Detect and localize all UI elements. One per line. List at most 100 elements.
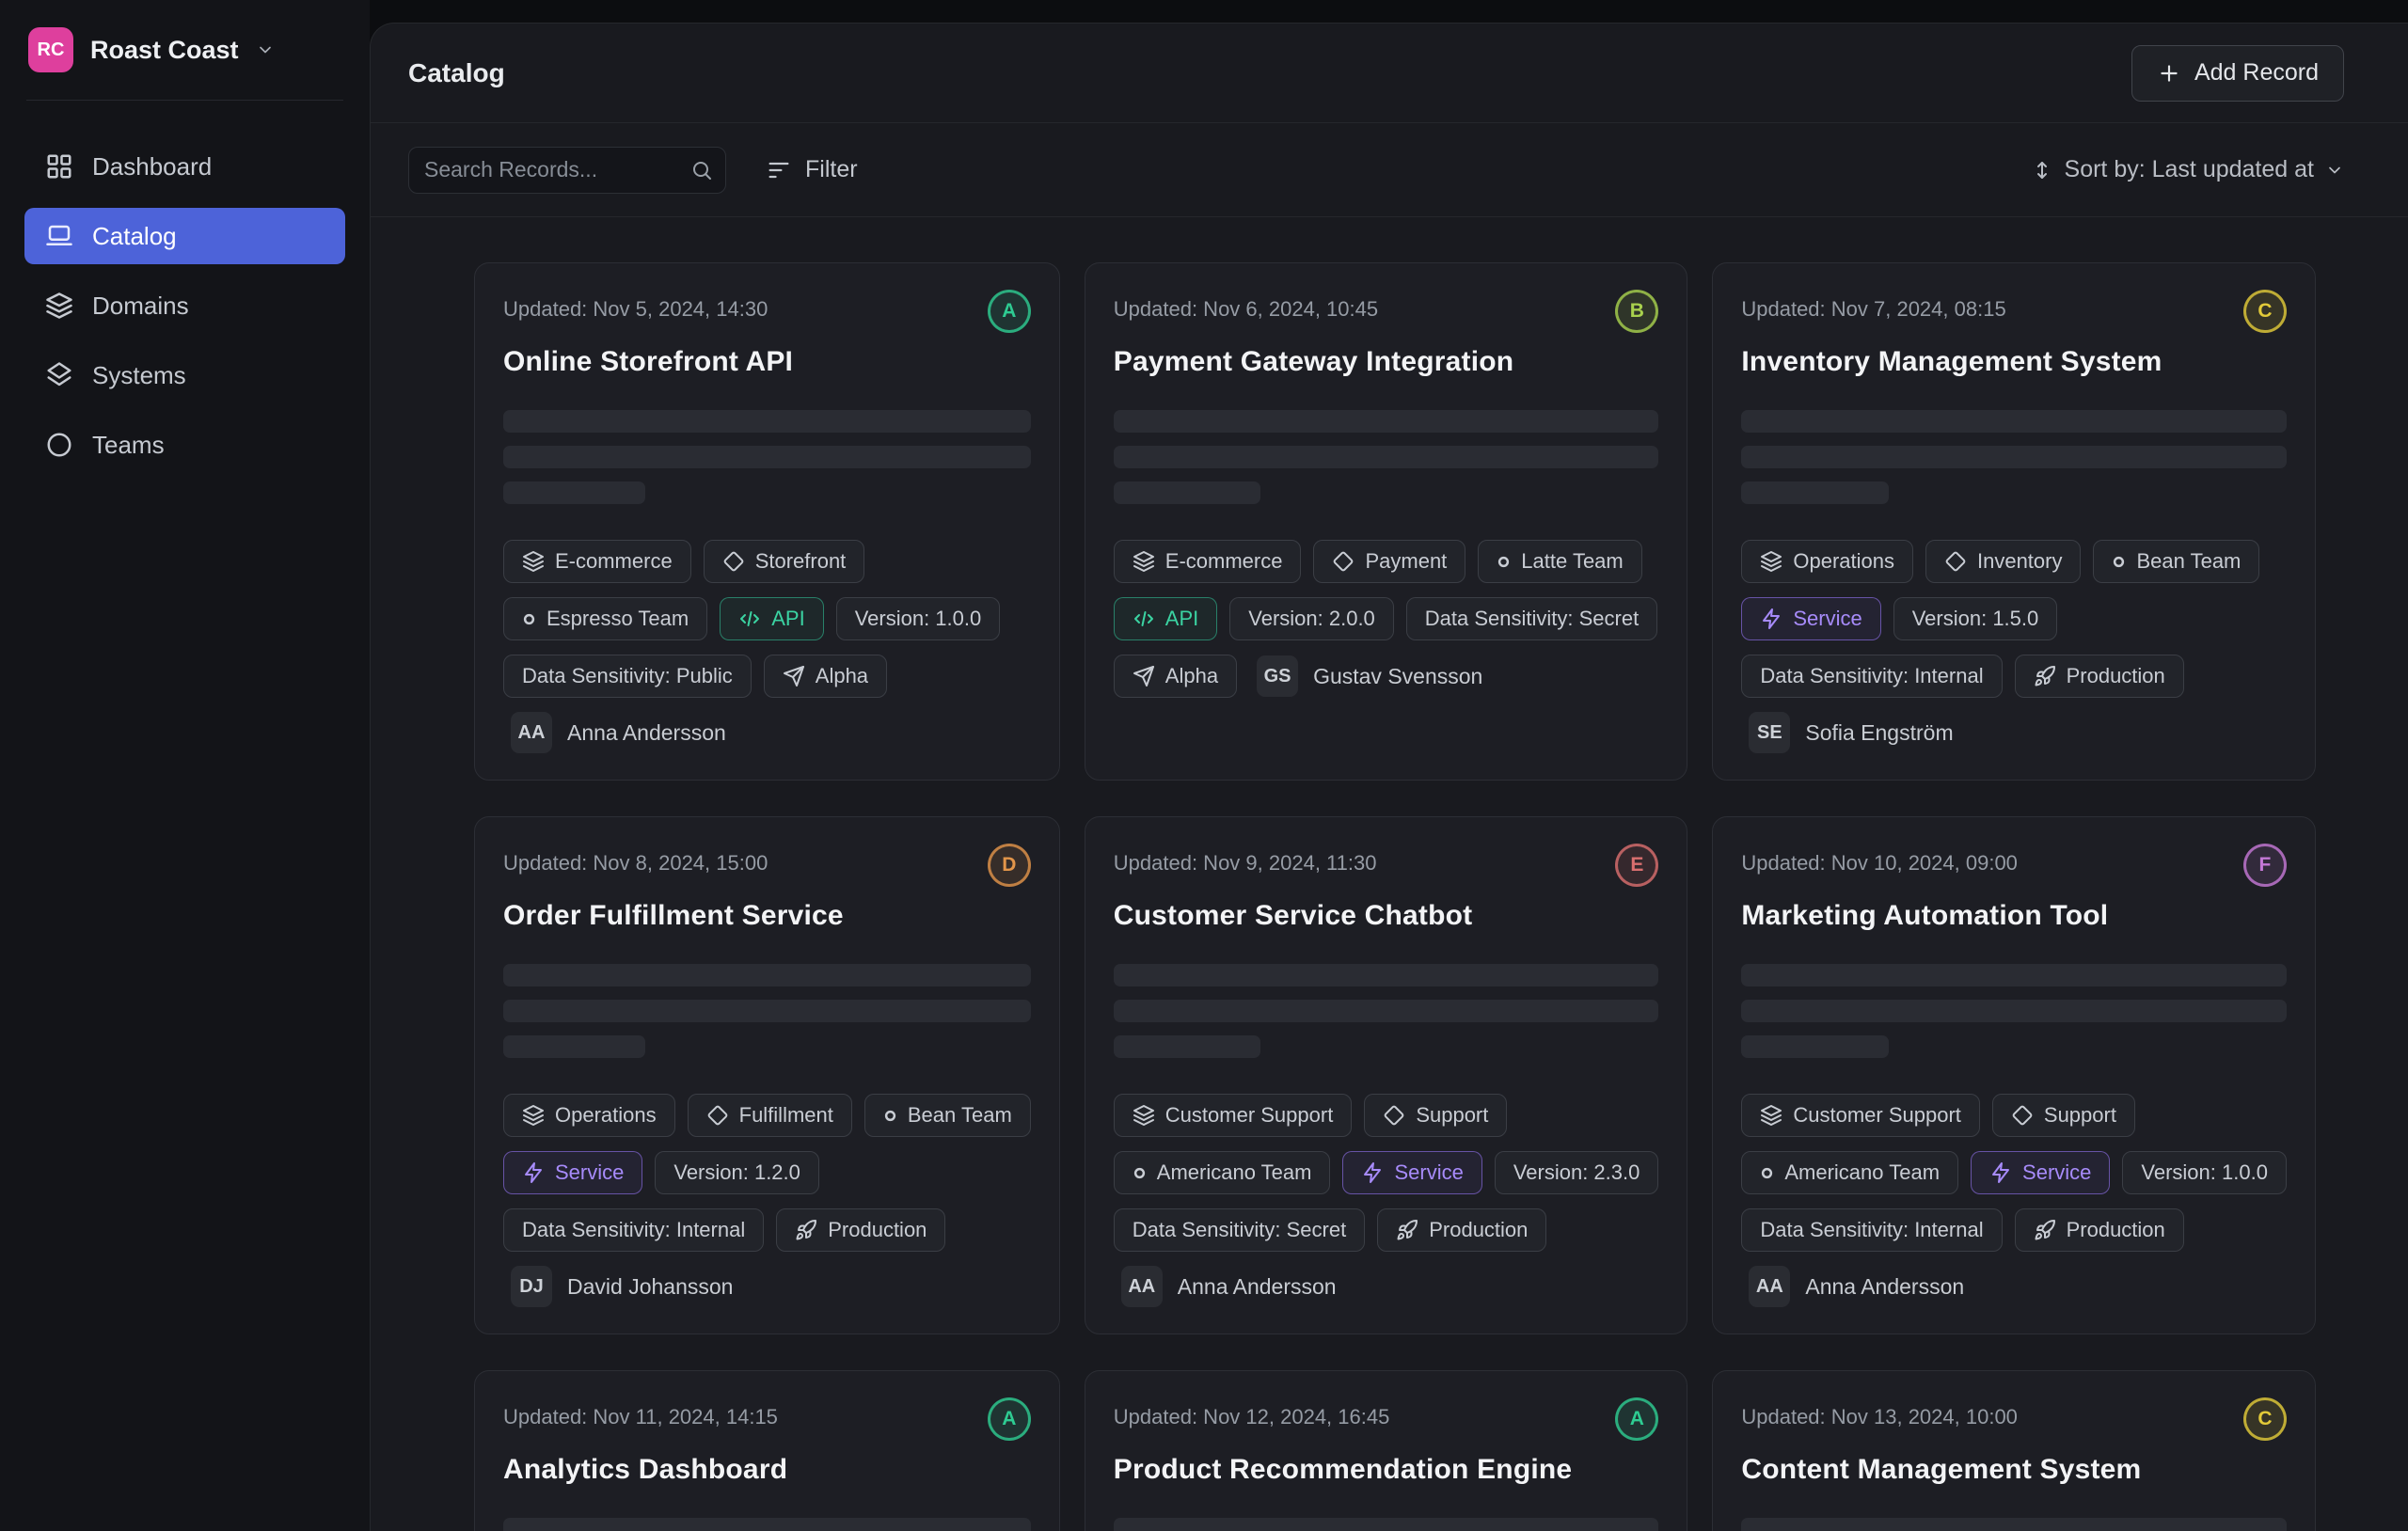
tag-chip-production[interactable]: Production — [2015, 655, 2184, 698]
tag-chip-inventory[interactable]: Inventory — [1925, 540, 2082, 583]
tag-chip-operations[interactable]: Operations — [503, 1094, 675, 1137]
record-card-analytics-dashboard[interactable]: Updated: Nov 11, 2024, 14:15 A Analytics… — [474, 1370, 1060, 1531]
workspace-switcher[interactable]: RC Roast Coast — [0, 0, 370, 100]
tag-chip-service[interactable]: Service — [1741, 597, 1880, 640]
sidebar-item-teams[interactable]: Teams — [24, 417, 345, 473]
skeleton-bar — [503, 410, 1031, 433]
grid-icon — [45, 152, 73, 181]
skeleton-bar — [1741, 446, 2287, 468]
tag-chip-version-1-0-0[interactable]: Version: 1.0.0 — [836, 597, 1001, 640]
plus-icon — [2157, 61, 2181, 86]
tag-chip-bean-team[interactable]: Bean Team — [2093, 540, 2259, 583]
tag-chip-alpha[interactable]: Alpha — [1114, 655, 1237, 698]
add-record-button[interactable]: Add Record — [2131, 45, 2344, 102]
tag-row: API Version: 2.0.0 Data Sensitivity: Sec… — [1114, 597, 1659, 640]
rocket-icon — [2034, 665, 2056, 687]
record-card-order-fulfillment-service[interactable]: Updated: Nov 8, 2024, 15:00 D Order Fulf… — [474, 816, 1060, 1334]
skeleton-bar — [1114, 446, 1659, 468]
tag-chip-version-2-0-0[interactable]: Version: 2.0.0 — [1229, 597, 1394, 640]
tag-chip-operations[interactable]: Operations — [1741, 540, 1913, 583]
tag-chip-version-1-2-0[interactable]: Version: 1.2.0 — [655, 1151, 819, 1194]
record-card-customer-service-chatbot[interactable]: Updated: Nov 9, 2024, 11:30 E Customer S… — [1085, 816, 1688, 1334]
tag-chip-payment[interactable]: Payment — [1313, 540, 1465, 583]
owner: DJ David Johansson — [511, 1266, 733, 1307]
tag-chip-data-sensitivity-internal[interactable]: Data Sensitivity: Internal — [1741, 655, 2002, 698]
record-title: Online Storefront API — [503, 346, 1031, 378]
tag-chip-production[interactable]: Production — [776, 1208, 945, 1252]
tag-row: Customer Support Support — [1114, 1094, 1659, 1137]
record-avatar: E — [1615, 844, 1658, 887]
sidebar-item-domains[interactable]: Domains — [24, 277, 345, 334]
dot-icon — [2112, 555, 2126, 569]
tag-rows: Operations Inventory Bean Team Service V… — [1741, 540, 2287, 753]
tag-chip-support[interactable]: Support — [1992, 1094, 2135, 1137]
owner-name: Anna Andersson — [1805, 1274, 1964, 1300]
bolt-icon — [1989, 1161, 2012, 1184]
tag-chip-api[interactable]: API — [720, 597, 823, 640]
tag-chip-label: Version: 1.0.0 — [855, 607, 982, 631]
tag-chip-version-2-3-0[interactable]: Version: 2.3.0 — [1495, 1151, 1659, 1194]
bolt-icon — [522, 1161, 545, 1184]
search-input[interactable] — [408, 147, 726, 194]
sidebar-item-catalog[interactable]: Catalog — [24, 208, 345, 264]
sidebar-nav: Dashboard Catalog Domains Systems Teams — [0, 101, 370, 473]
workspace-logo: RC — [28, 27, 73, 72]
sidebar-item-dashboard[interactable]: Dashboard — [24, 138, 345, 195]
search-icon — [690, 159, 713, 182]
tag-chip-service[interactable]: Service — [1342, 1151, 1481, 1194]
tag-chip-customer-support[interactable]: Customer Support — [1741, 1094, 1980, 1137]
owner: AA Anna Andersson — [1121, 1266, 1337, 1307]
tag-chip-label: Production — [828, 1218, 927, 1242]
tag-chip-label: Data Sensitivity: Internal — [522, 1218, 745, 1242]
tag-chip-label: Storefront — [755, 549, 847, 574]
tag-chip-label: Support — [2044, 1103, 2116, 1128]
tag-chip-americano-team[interactable]: Americano Team — [1114, 1151, 1331, 1194]
record-card-product-recommendation-engine[interactable]: Updated: Nov 12, 2024, 16:45 A Product R… — [1085, 1370, 1688, 1531]
tag-chip-alpha[interactable]: Alpha — [764, 655, 887, 698]
tag-chip-label: Bean Team — [908, 1103, 1012, 1128]
tag-chip-data-sensitivity-public[interactable]: Data Sensitivity: Public — [503, 655, 752, 698]
tag-chip-e-commerce[interactable]: E-commerce — [1114, 540, 1302, 583]
record-card-inventory-management-system[interactable]: Updated: Nov 7, 2024, 08:15 C Inventory … — [1712, 262, 2316, 781]
tag-chip-data-sensitivity-internal[interactable]: Data Sensitivity: Internal — [503, 1208, 764, 1252]
tag-chip-support[interactable]: Support — [1364, 1094, 1507, 1137]
tag-chip-production[interactable]: Production — [1377, 1208, 1546, 1252]
record-avatar: B — [1615, 290, 1658, 333]
tag-chip-americano-team[interactable]: Americano Team — [1741, 1151, 1958, 1194]
record-card-online-storefront-api[interactable]: Updated: Nov 5, 2024, 14:30 A Online Sto… — [474, 262, 1060, 781]
tag-chip-data-sensitivity-internal[interactable]: Data Sensitivity: Internal — [1741, 1208, 2002, 1252]
tag-chip-label: Data Sensitivity: Secret — [1133, 1218, 1346, 1242]
record-card-content-management-system[interactable]: Updated: Nov 13, 2024, 10:00 C Content M… — [1712, 1370, 2316, 1531]
tag-chip-e-commerce[interactable]: E-commerce — [503, 540, 691, 583]
tag-chip-version-1-5-0[interactable]: Version: 1.5.0 — [1893, 597, 2058, 640]
tag-chip-espresso-team[interactable]: Espresso Team — [503, 597, 707, 640]
record-card-payment-gateway-integration[interactable]: Updated: Nov 6, 2024, 10:45 B Payment Ga… — [1085, 262, 1688, 781]
owner-row: AA Anna Andersson — [1741, 1266, 2287, 1307]
tag-chip-storefront[interactable]: Storefront — [704, 540, 865, 583]
tag-chip-production[interactable]: Production — [2015, 1208, 2184, 1252]
skeleton-bar — [1114, 481, 1260, 504]
tag-chip-service[interactable]: Service — [503, 1151, 642, 1194]
tag-chip-bean-team[interactable]: Bean Team — [864, 1094, 1031, 1137]
chevron-down-icon — [256, 40, 275, 59]
tag-chip-data-sensitivity-secret[interactable]: Data Sensitivity: Secret — [1406, 597, 1657, 640]
filter-button[interactable]: Filter — [766, 156, 858, 183]
tag-chip-data-sensitivity-secret[interactable]: Data Sensitivity: Secret — [1114, 1208, 1365, 1252]
diamond-icon — [2011, 1104, 2034, 1127]
owner-row: SE Sofia Engström — [1741, 712, 2287, 753]
tag-row: Data Sensitivity: Internal Production — [503, 1208, 1031, 1252]
tag-chip-customer-support[interactable]: Customer Support — [1114, 1094, 1353, 1137]
record-card-marketing-automation-tool[interactable]: Updated: Nov 10, 2024, 09:00 F Marketing… — [1712, 816, 2316, 1334]
tag-chip-fulfillment[interactable]: Fulfillment — [688, 1094, 852, 1137]
sort-control[interactable]: Sort by: Last updated at — [2031, 156, 2344, 183]
search-box — [408, 147, 726, 194]
sidebar-item-systems[interactable]: Systems — [24, 347, 345, 403]
tag-chip-api[interactable]: API — [1114, 597, 1217, 640]
skeleton-bar — [503, 481, 645, 504]
tag-chip-label: Alpha — [816, 664, 868, 688]
tag-chip-label: Alpha — [1165, 664, 1218, 688]
tag-chip-latte-team[interactable]: Latte Team — [1478, 540, 1641, 583]
tag-rows: Operations Fulfillment Bean Team Service… — [503, 1094, 1031, 1307]
tag-chip-version-1-0-0[interactable]: Version: 1.0.0 — [2122, 1151, 2287, 1194]
tag-chip-service[interactable]: Service — [1971, 1151, 2110, 1194]
